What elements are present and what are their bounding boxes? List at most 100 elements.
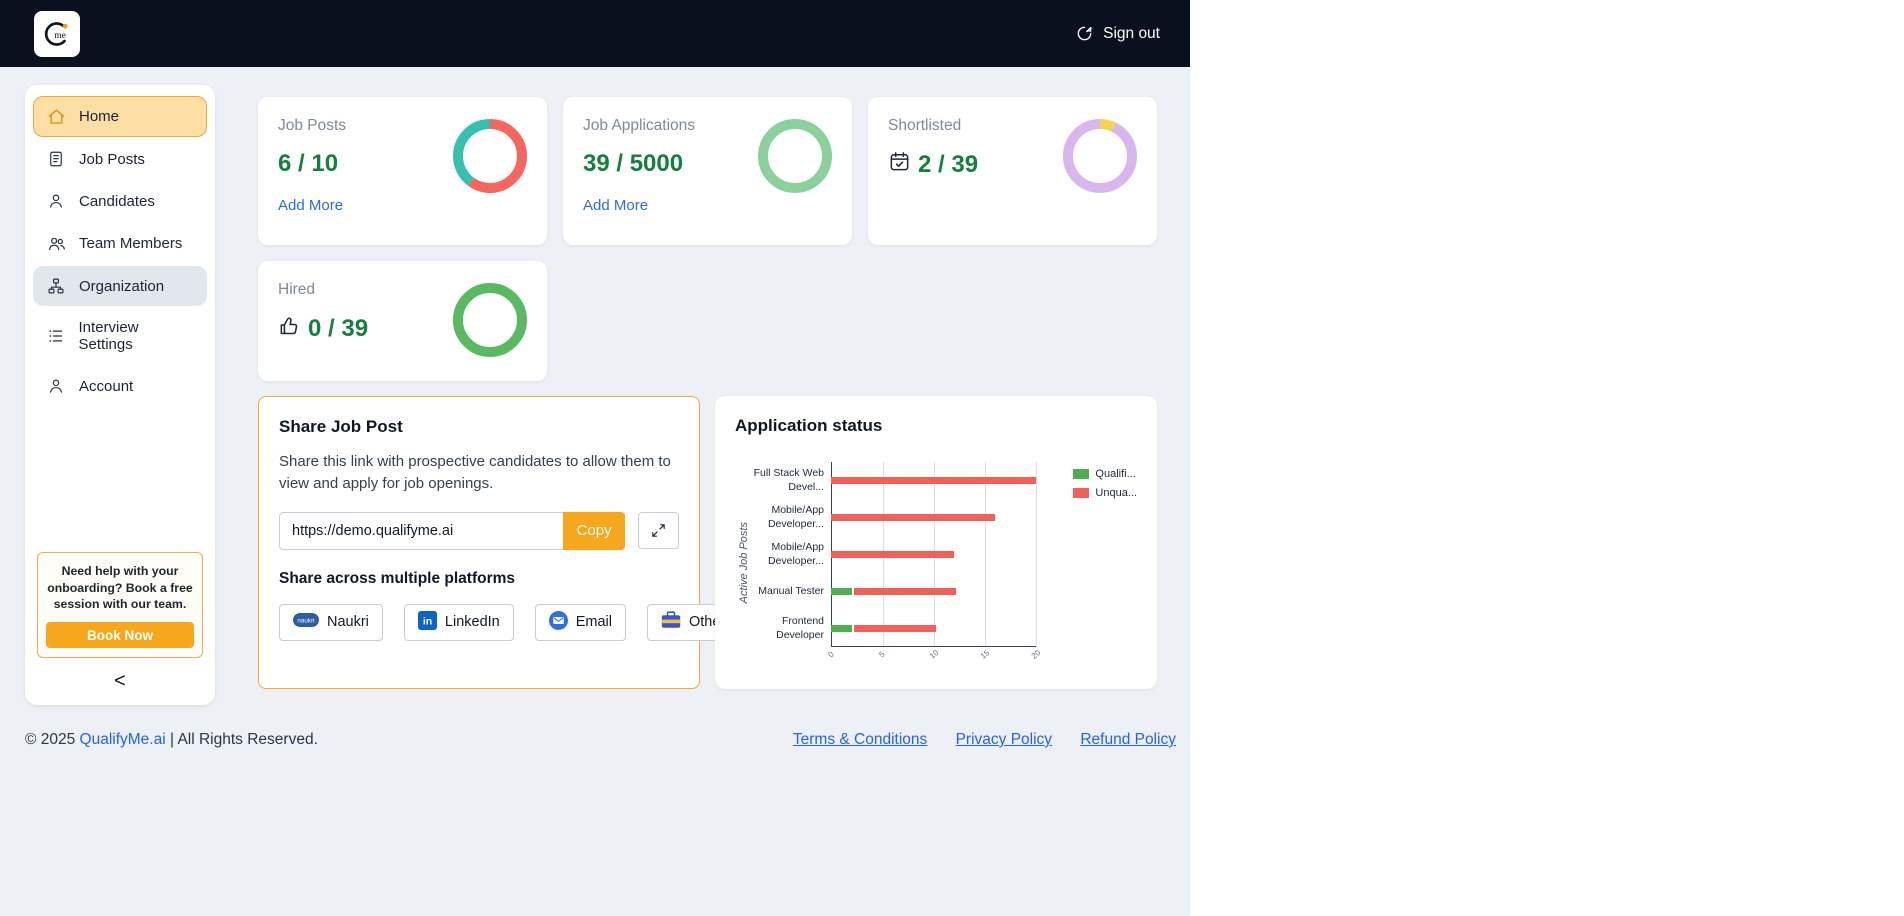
- sidebar-collapse-button[interactable]: <: [33, 658, 207, 697]
- share-linkedin-button[interactable]: in LinkedIn: [403, 603, 514, 641]
- chart-row: Full Stack Web Devel...: [753, 462, 1036, 499]
- share-url-input[interactable]: [279, 511, 563, 550]
- org-chart-icon: [46, 277, 66, 295]
- sidebar-item-label: Job Posts: [79, 150, 145, 168]
- qualifyme-logo-icon: me: [44, 21, 68, 46]
- sidebar-item-home[interactable]: Home: [33, 96, 207, 137]
- people-icon: [46, 234, 66, 253]
- sidebar-item-label: Home: [79, 108, 120, 125]
- stat-value: 2 / 39: [918, 151, 979, 178]
- legend-item-qualified: Qualifi...: [1073, 468, 1137, 480]
- onboarding-help-box: Need help with your onboarding? Book a f…: [37, 552, 203, 658]
- sidebar-item-label: Candidates: [79, 192, 155, 210]
- svg-text:naukri: naukri: [297, 618, 314, 625]
- footer-links: Terms & Conditions Privacy Policy Refund…: [769, 731, 1176, 749]
- chart-category-label: Mobile/App Developer...: [767, 541, 824, 567]
- sidebar-item-label: Team Members: [79, 235, 183, 252]
- sidebar-item-interview-settings[interactable]: Interview Settings: [33, 308, 207, 364]
- chart-category-label: Manual Tester: [758, 584, 824, 597]
- chart-bar-unqualified: [831, 551, 954, 558]
- sign-out-label: Sign out: [1103, 24, 1160, 42]
- sidebar-item-organization[interactable]: Organization: [33, 266, 207, 306]
- privacy-policy-link[interactable]: Privacy Policy: [956, 731, 1052, 748]
- sidebar-item-candidates[interactable]: Candidates: [33, 181, 207, 221]
- legend-item-unqualified: Unqua...: [1073, 487, 1137, 499]
- chart-bar-unqualified: [853, 588, 956, 595]
- chart-ylabel-wrap: Active Job Posts: [735, 462, 753, 663]
- application-status-card: Application status Active Job Posts Full…: [715, 396, 1157, 689]
- copyright-prefix: © 2025: [25, 731, 80, 748]
- expand-link-button[interactable]: [638, 512, 679, 549]
- document-icon: [46, 150, 66, 168]
- sidebar-item-label: Organization: [79, 277, 165, 295]
- chart-category-label: Mobile/App Developer...: [767, 504, 824, 530]
- chart-bar-track: [831, 499, 1036, 536]
- add-more-link[interactable]: Add More: [583, 197, 648, 214]
- chart-xtick-label: 10: [927, 648, 940, 661]
- svg-text:me: me: [54, 30, 66, 40]
- chart-xtick-label: 20: [1029, 648, 1043, 661]
- naukri-icon: naukri: [293, 613, 319, 631]
- chart-row: Mobile/App Developer...: [753, 536, 1036, 573]
- stat-card-hired: Hired 0 / 39: [258, 261, 547, 381]
- sidebar-item-job-posts[interactable]: Job Posts: [33, 139, 207, 179]
- qualifyme-dashboard: me Sign out Home Job Posts Candidates Te…: [0, 0, 1190, 916]
- hired-donut: [453, 283, 527, 357]
- platform-label: Naukri: [327, 614, 369, 630]
- add-more-link[interactable]: Add More: [278, 197, 343, 214]
- brand-logo[interactable]: me: [34, 10, 80, 57]
- sidebar-item-account[interactable]: Account: [33, 366, 207, 406]
- copyright-text: © 2025 QualifyMe.ai | All Rights Reserve…: [25, 731, 318, 749]
- copyright-suffix: | All Rights Reserved.: [165, 731, 318, 748]
- chart-bar-track: [831, 573, 1036, 610]
- book-now-button[interactable]: Book Now: [46, 622, 194, 648]
- chart-ylabel: Active Job Posts: [738, 521, 750, 604]
- stats-row: Job Posts 6 / 10 Add More Job Applicatio…: [258, 97, 1157, 245]
- qualifyme-link[interactable]: QualifyMe.ai: [80, 731, 166, 748]
- help-text: Need help with your onboarding? Book a f…: [47, 564, 193, 612]
- copy-button[interactable]: Copy: [562, 511, 626, 550]
- chart-bar-qualified: [831, 625, 852, 632]
- refund-policy-link[interactable]: Refund Policy: [1080, 731, 1176, 748]
- legend-swatch: [1073, 469, 1090, 479]
- main-content: Job Posts 6 / 10 Add More Job Applicatio…: [258, 85, 1157, 705]
- legend-swatch: [1073, 488, 1090, 498]
- chart-row: Frontend Developer: [753, 610, 1036, 647]
- legend-label: Qualifi...: [1095, 468, 1136, 480]
- chart-bar-track: [831, 462, 1036, 499]
- job-posts-donut: [453, 119, 527, 193]
- sidebar: Home Job Posts Candidates Team Members O…: [25, 85, 215, 705]
- account-icon: [46, 377, 66, 395]
- chart-bar-unqualified: [831, 477, 1036, 484]
- application-status-chart: Active Job Posts Full Stack Web Devel...…: [735, 462, 1137, 663]
- chart-rows: Full Stack Web Devel... Mobile/App Develo…: [753, 462, 1037, 647]
- stat-card-job-posts: Job Posts 6 / 10 Add More: [258, 97, 547, 245]
- platform-buttons-row: naukri Naukri in LinkedIn Email Others: [279, 603, 747, 641]
- platform-label: LinkedIn: [444, 614, 500, 630]
- bullet-list-icon: [46, 327, 66, 345]
- platform-label: Email: [575, 614, 612, 630]
- chart-xaxis: 0 5 10 15 20: [826, 647, 1042, 663]
- page-content: Home Job Posts Candidates Team Members O…: [0, 67, 1190, 705]
- share-naukri-button[interactable]: naukri Naukri: [279, 603, 383, 641]
- sign-out-button[interactable]: Sign out: [1075, 24, 1160, 43]
- chart-bar-unqualified: [831, 514, 995, 521]
- chart-bar-qualified: [831, 588, 852, 595]
- home-icon: [46, 107, 66, 126]
- top-bar: me Sign out: [0, 0, 1190, 67]
- shortlisted-donut: [1063, 119, 1137, 193]
- sidebar-item-team-members[interactable]: Team Members: [33, 223, 207, 264]
- chart-gridline: [1036, 462, 1037, 646]
- terms-and-conditions-link[interactable]: Terms & Conditions: [793, 731, 927, 748]
- calendar-check-icon: [888, 150, 911, 180]
- person-icon: [46, 192, 66, 210]
- share-job-post-card: Share Job Post Share this link with pros…: [258, 396, 747, 689]
- chart-bar-track: [831, 610, 1036, 647]
- chart-xtick-label: 0: [826, 649, 836, 660]
- share-card-title: Share Job Post: [279, 417, 403, 436]
- chart-row: Manual Tester: [753, 573, 1036, 610]
- linkedin-icon: in: [417, 610, 437, 634]
- sign-out-icon: [1077, 26, 1092, 41]
- application-status-title: Application status: [735, 416, 883, 435]
- share-email-button[interactable]: Email: [534, 603, 626, 641]
